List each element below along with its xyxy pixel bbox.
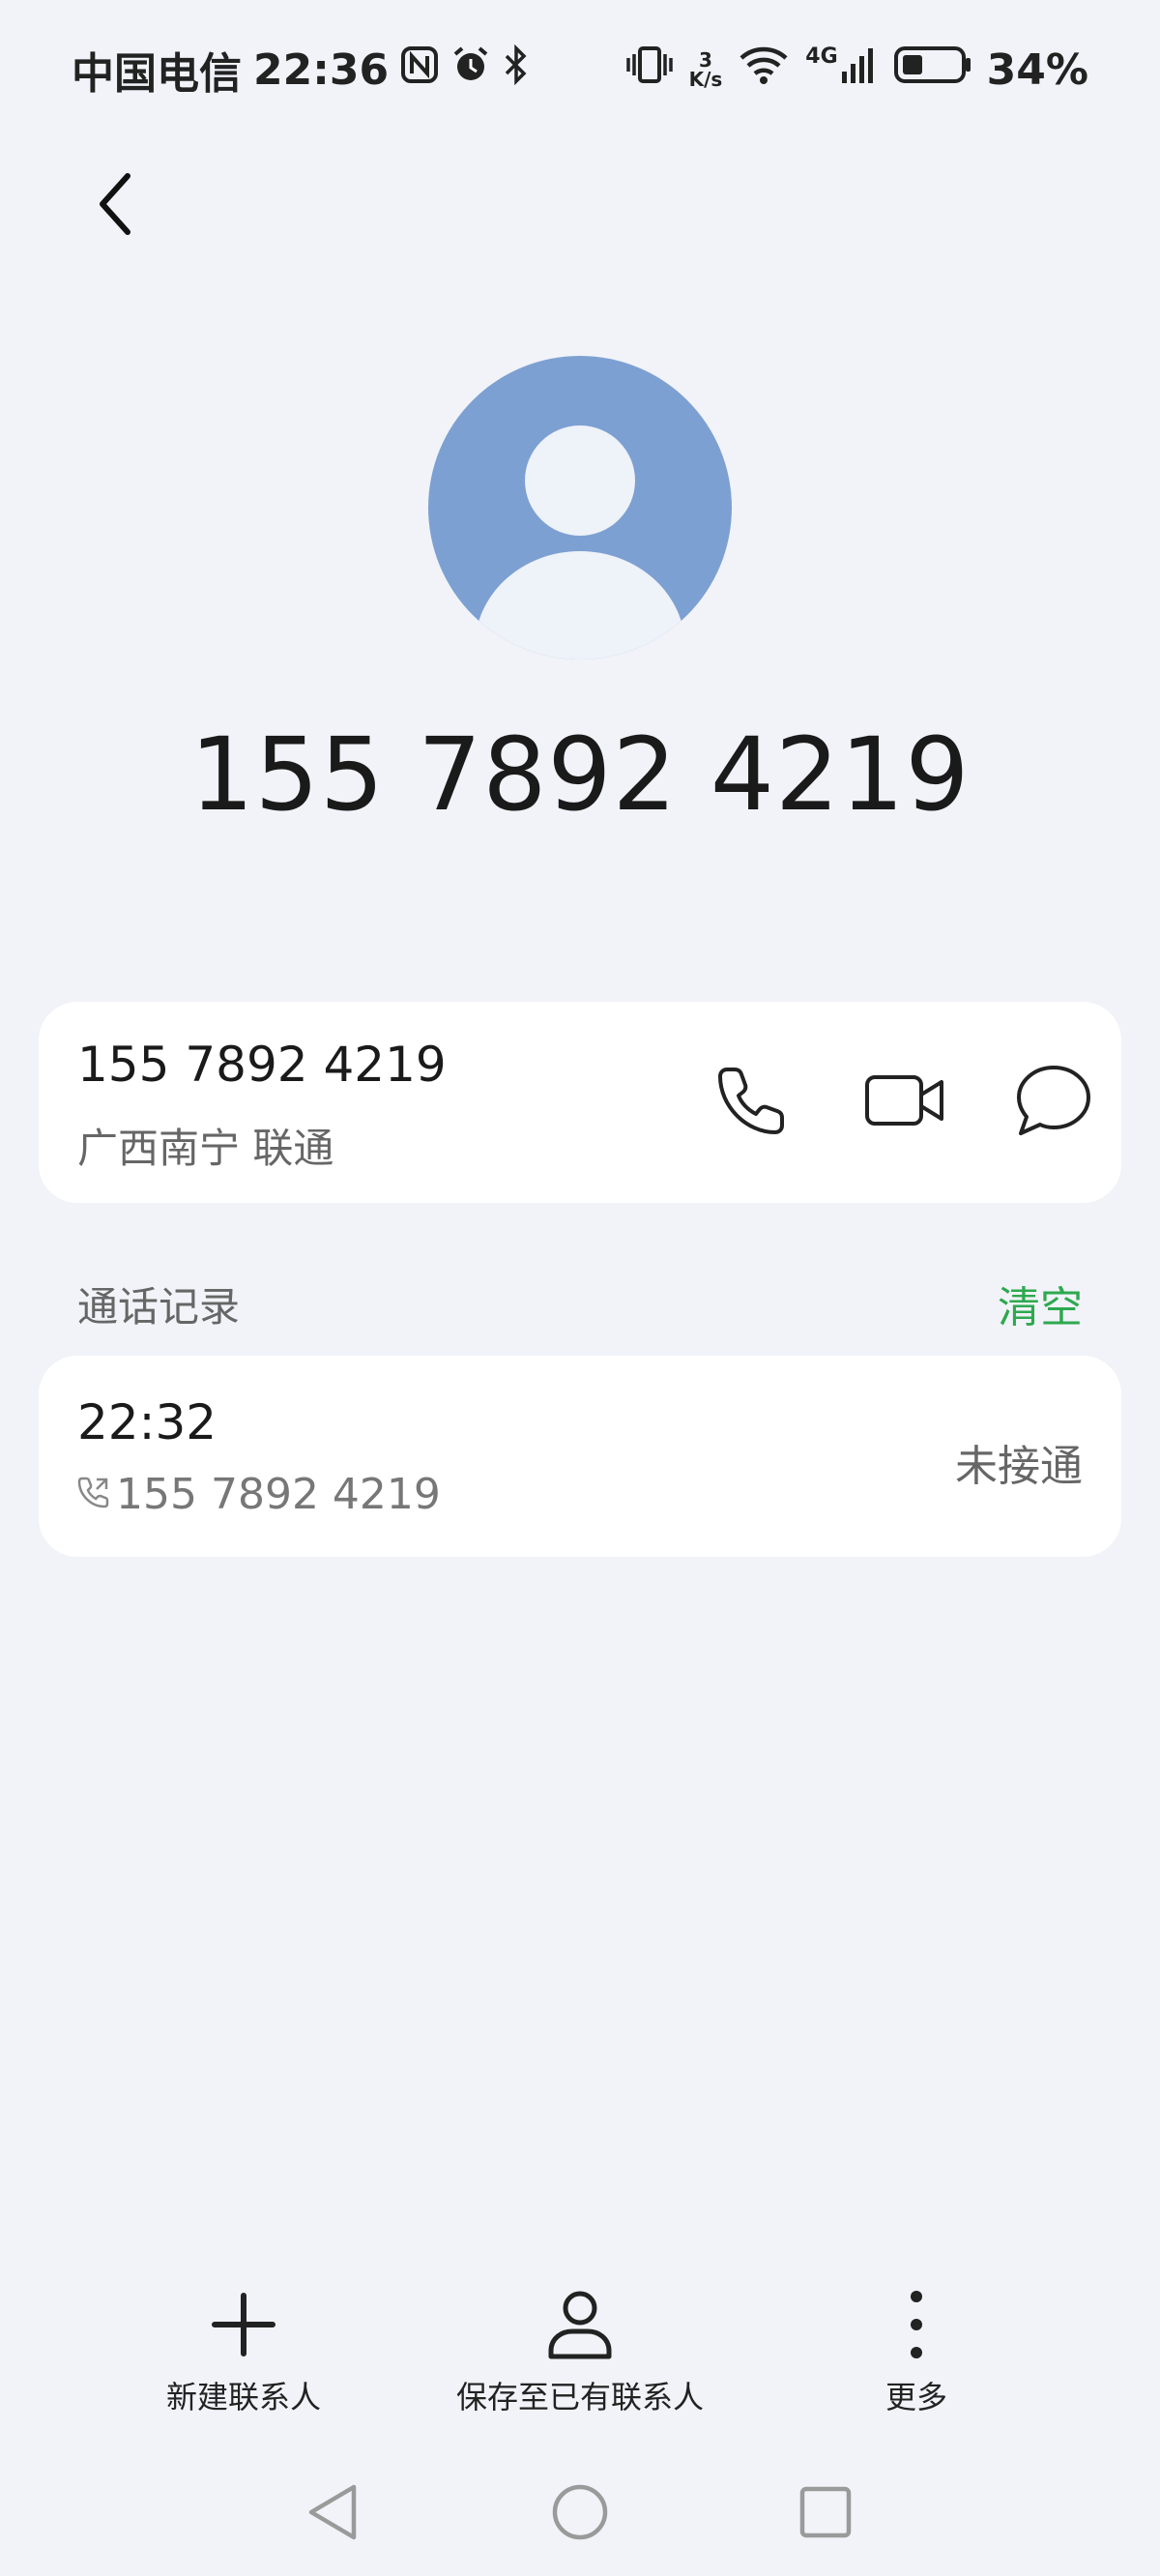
card-phone-number: 155 7892 4219 (77, 1037, 447, 1093)
video-call-icon (864, 1071, 945, 1133)
net-speed-value: 3 (698, 48, 712, 72)
phone-icon (715, 1064, 789, 1141)
avatar-body (475, 551, 685, 659)
network-type: 4G (805, 44, 838, 69)
carrier-name: 中国电信 (72, 49, 242, 99)
bluetooth-icon (503, 44, 530, 96)
call-time: 22:32 (77, 1394, 218, 1450)
plus-icon (211, 2282, 276, 2367)
wifi-icon (738, 44, 790, 96)
clear-call-log-button[interactable]: 清空 (998, 1273, 1083, 1334)
back-arrow-icon (95, 170, 137, 242)
nav-recents-square-icon (798, 2485, 853, 2543)
save-to-existing-button[interactable]: 保存至已有联系人 (445, 2282, 715, 2417)
nav-back-triangle-icon (305, 2483, 360, 2545)
status-right: 3 K/s 4G 34% (625, 41, 1088, 99)
nfc-icon (400, 45, 439, 95)
vibrate-icon (625, 44, 674, 96)
new-contact-label: 新建联系人 (165, 2379, 321, 2415)
status-bar: 中国电信 22:36 3 K/s 4G 34% (0, 0, 1160, 145)
more-label: 更多 (884, 2379, 947, 2415)
contact-detail-screen: 中国电信 22:36 3 K/s 4G 34% 155 7892 4219 15… (0, 0, 1160, 2576)
card-location: 广西南宁 联通 (77, 1125, 334, 1172)
call-status: 未接通 (955, 1442, 1083, 1491)
avatar-head (525, 425, 635, 536)
nav-recents-button[interactable] (787, 2475, 864, 2553)
nav-home-circle-icon (551, 2483, 609, 2545)
net-speed: 3 K/s (689, 50, 723, 89)
nav-back-button[interactable] (294, 2475, 371, 2553)
status-time: 22:36 (253, 44, 390, 95)
call-button[interactable] (704, 1054, 800, 1151)
message-icon (1015, 1064, 1092, 1141)
call-log-entry[interactable]: 22:32 155 7892 4219 未接通 (39, 1356, 1121, 1557)
message-button[interactable] (1005, 1054, 1102, 1151)
battery-icon (893, 44, 972, 96)
contact-avatar (428, 356, 732, 659)
number-card[interactable]: 155 7892 4219 广西南宁 联通 (39, 1002, 1121, 1203)
status-left: 中国电信 22:36 (72, 41, 530, 99)
contact-title-number: 155 7892 4219 (189, 716, 971, 834)
back-button[interactable] (77, 162, 155, 249)
nav-home-button[interactable] (541, 2475, 619, 2553)
more-button[interactable]: 更多 (839, 2282, 994, 2417)
new-contact-button[interactable]: 新建联系人 (147, 2282, 340, 2417)
person-icon (546, 2282, 614, 2367)
alarm-icon (450, 44, 491, 96)
save-to-existing-label: 保存至已有联系人 (455, 2379, 704, 2415)
battery-percent: 34% (986, 44, 1088, 95)
call-number: 155 7892 4219 (116, 1470, 441, 1519)
video-call-button[interactable] (856, 1054, 953, 1151)
more-vertical-icon (907, 2282, 926, 2367)
outgoing-call-icon (77, 1470, 110, 1519)
net-speed-unit: K/s (688, 68, 723, 91)
call-log-title: 通话记录 (77, 1283, 241, 1331)
call-number-row: 155 7892 4219 (77, 1470, 441, 1519)
signal-group: 4G (805, 44, 878, 96)
signal-icon (840, 44, 879, 96)
